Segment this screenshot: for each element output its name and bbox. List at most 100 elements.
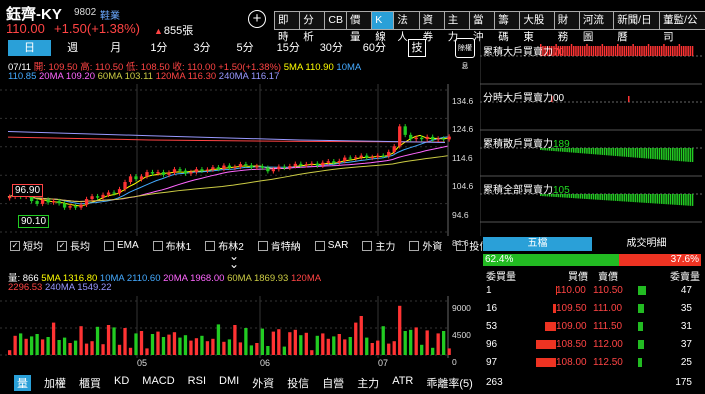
volume-bar[interactable] <box>156 331 160 355</box>
checkbox-icon[interactable] <box>104 240 114 251</box>
volume-bar[interactable] <box>194 338 199 355</box>
nav-tab-3[interactable]: 價量 <box>346 11 373 43</box>
volume-bar[interactable] <box>150 334 155 355</box>
candle-body[interactable] <box>90 196 94 200</box>
candle-body[interactable] <box>189 172 193 174</box>
volume-bar[interactable] <box>84 343 89 355</box>
stock-market[interactable]: 鞋業 <box>100 7 120 22</box>
nav-tab-6[interactable]: 資券 <box>418 11 445 43</box>
candle-body[interactable] <box>134 176 138 180</box>
candle-body[interactable] <box>354 157 358 159</box>
candle-body[interactable] <box>244 164 248 166</box>
volume-bar[interactable] <box>288 332 292 355</box>
orderbook-tab-0[interactable]: 五檔 <box>483 237 592 251</box>
volume-bar[interactable] <box>304 332 308 355</box>
volume-bar[interactable] <box>40 339 45 355</box>
candle-body[interactable] <box>348 157 352 159</box>
candle-body[interactable] <box>420 137 424 140</box>
toggle-item[interactable]: 外資 <box>409 238 442 253</box>
nav-tab-2[interactable]: CB <box>324 11 347 30</box>
indicator-tab-4[interactable]: MACD <box>142 375 174 391</box>
toggle-item[interactable]: 肯特納 <box>257 238 301 253</box>
indicator-tab-12[interactable]: 乖離率(5) <box>426 375 472 391</box>
toggle-item[interactable]: 主力 <box>362 238 395 253</box>
indicator-tab-9[interactable]: 自營 <box>322 375 344 391</box>
candle-body[interactable] <box>156 172 160 174</box>
period-tab-7[interactable]: 30分 <box>310 40 353 56</box>
volume-bar[interactable] <box>172 332 177 355</box>
volume-bar[interactable] <box>387 343 391 355</box>
volume-bar[interactable] <box>326 338 330 355</box>
volume-bar[interactable] <box>238 342 243 355</box>
volume-bar[interactable] <box>35 334 39 355</box>
candle-body[interactable] <box>398 126 402 147</box>
candle-body[interactable] <box>299 163 303 166</box>
volume-bar[interactable] <box>139 331 144 355</box>
candle-body[interactable] <box>304 164 308 166</box>
volume-bar[interactable] <box>266 346 270 355</box>
volume-bar[interactable] <box>398 305 402 355</box>
orderbook-row[interactable]: 1 110.00 110.50 47 <box>486 285 700 298</box>
volume-bar[interactable] <box>90 341 94 355</box>
volume-bar[interactable] <box>354 322 358 355</box>
volume-bar[interactable] <box>112 327 116 355</box>
indicator-tab-5[interactable]: RSI <box>188 375 206 391</box>
checkbox-icon[interactable] <box>409 240 420 251</box>
nav-tab-11[interactable]: 財務 <box>553 11 580 43</box>
candle-body[interactable] <box>266 167 270 172</box>
volume-bar[interactable] <box>62 337 67 355</box>
volume-bar[interactable] <box>227 339 232 355</box>
candle-body[interactable] <box>194 169 199 173</box>
volume-bar[interactable] <box>222 341 226 355</box>
indicator-tab-1[interactable]: 加權 <box>44 375 66 391</box>
volume-bar[interactable] <box>436 333 440 355</box>
volume-bar[interactable] <box>365 337 369 355</box>
candle-body[interactable] <box>238 164 243 167</box>
add-watchlist-button[interactable]: + <box>248 10 266 28</box>
period-tab-5[interactable]: 5分 <box>224 40 267 56</box>
volume-bar[interactable] <box>255 343 259 355</box>
nav-tab-5[interactable]: 法人 <box>393 11 420 43</box>
candle-body[interactable] <box>293 163 297 167</box>
volume-bar[interactable] <box>414 327 418 355</box>
candle-body[interactable] <box>51 201 56 203</box>
volume-bar[interactable] <box>51 322 56 355</box>
period-tab-6[interactable]: 15分 <box>267 40 310 56</box>
candle-body[interactable] <box>315 163 319 166</box>
volume-bar[interactable] <box>161 337 166 355</box>
indicator-tab-3[interactable]: KD <box>114 375 129 391</box>
volume-bar[interactable] <box>409 329 413 355</box>
candle-body[interactable] <box>200 169 204 171</box>
volume-bar[interactable] <box>178 337 182 355</box>
volume-bar[interactable] <box>260 328 265 355</box>
volume-bar[interactable] <box>145 348 149 355</box>
candle-body[interactable] <box>414 137 418 140</box>
period-tab-2[interactable]: 月 <box>94 40 137 56</box>
candle-body[interactable] <box>79 204 83 208</box>
candle-body[interactable] <box>101 194 105 198</box>
volume-bar[interactable] <box>68 343 72 355</box>
volume-bar[interactable] <box>403 331 407 355</box>
checkbox-icon[interactable] <box>362 240 373 251</box>
volume-bar[interactable] <box>101 344 105 355</box>
volume-bar[interactable] <box>431 347 435 355</box>
volume-bar[interactable] <box>167 334 171 355</box>
volume-bar[interactable] <box>24 338 28 355</box>
checkbox-icon[interactable] <box>456 240 467 251</box>
candle-body[interactable] <box>35 201 39 204</box>
volume-bar[interactable] <box>211 338 215 355</box>
volume-bar[interactable] <box>200 335 204 355</box>
volume-bar[interactable] <box>57 340 61 355</box>
candle-body[interactable] <box>95 196 100 198</box>
candle-body[interactable] <box>376 155 380 158</box>
nav-tab-7[interactable]: 主力 <box>443 11 470 43</box>
volume-bar[interactable] <box>13 335 17 355</box>
candle-body[interactable] <box>260 166 265 168</box>
volume-chart[interactable] <box>0 296 478 358</box>
candle-body[interactable] <box>409 134 413 140</box>
candle-body[interactable] <box>249 165 254 168</box>
candle-body[interactable] <box>167 172 171 175</box>
volume-bar[interactable] <box>134 333 138 355</box>
candle-body[interactable] <box>233 166 237 168</box>
candlestick-chart[interactable] <box>0 84 478 236</box>
